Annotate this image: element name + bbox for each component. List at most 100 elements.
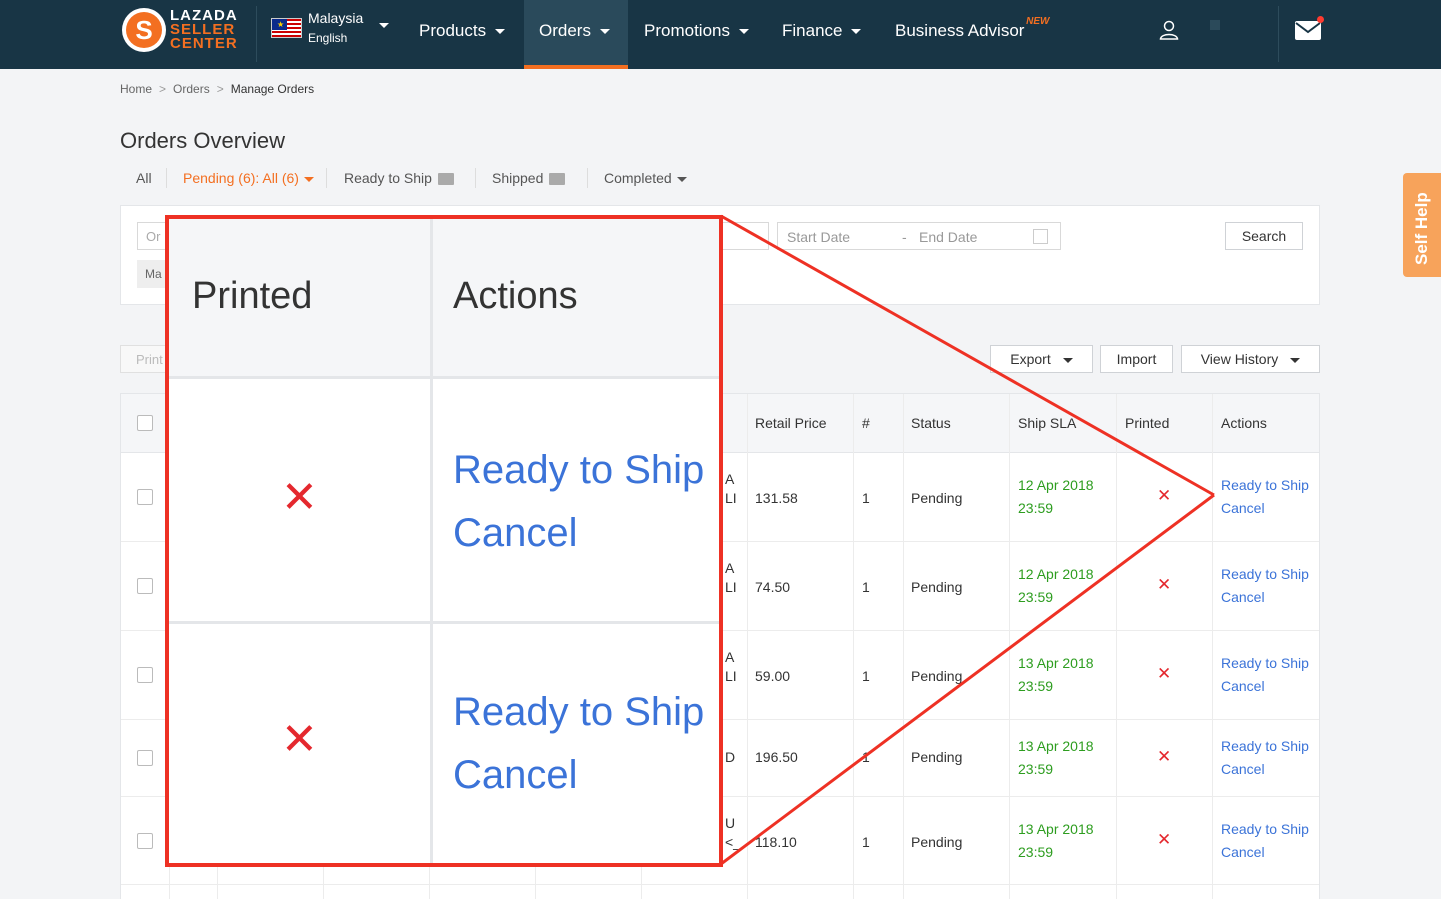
country-label: Malaysia bbox=[308, 10, 364, 26]
truncated-text: LI bbox=[725, 579, 737, 595]
ready-to-ship-link[interactable]: Ready to Ship bbox=[1221, 474, 1309, 497]
account-name-redacted[interactable] bbox=[1210, 20, 1220, 30]
truncated-text: LI bbox=[725, 490, 737, 506]
row-checkbox[interactable] bbox=[137, 489, 153, 505]
cancel-link[interactable]: Cancel bbox=[453, 502, 578, 565]
nav-promotions-label: Promotions bbox=[644, 21, 730, 40]
calendar-icon[interactable] bbox=[1033, 229, 1048, 244]
not-printed-icon: ✕ bbox=[1157, 747, 1172, 766]
tab-completed[interactable]: Completed bbox=[604, 170, 687, 186]
nav-business-advisor[interactable]: Business Advisor NEW bbox=[880, 0, 1049, 69]
chevron-down-icon bbox=[379, 23, 390, 28]
malaysia-flag-icon: ★ bbox=[271, 17, 302, 38]
retail-price: 196.50 bbox=[755, 749, 798, 765]
breadcrumb-home[interactable]: Home bbox=[120, 82, 152, 96]
not-printed-icon: ✕ bbox=[281, 715, 318, 764]
truncated-text: LI bbox=[725, 668, 737, 684]
header-status: Status bbox=[911, 415, 951, 431]
end-date-input[interactable]: End Date bbox=[919, 229, 977, 245]
logo-letter: S bbox=[126, 12, 162, 48]
cancel-link[interactable]: Cancel bbox=[1221, 586, 1265, 609]
ship-sla-date: 12 Apr 2018 bbox=[1018, 477, 1094, 493]
search-button[interactable]: Search bbox=[1225, 222, 1303, 250]
nav-orders[interactable]: Orders bbox=[524, 0, 628, 69]
order-status: Pending bbox=[911, 749, 963, 765]
zoom-header-printed: Printed bbox=[192, 275, 313, 317]
select-all-checkbox[interactable] bbox=[137, 415, 153, 431]
print-button[interactable]: Print bbox=[120, 345, 170, 373]
language-label: English bbox=[308, 31, 348, 45]
date-range-picker[interactable]: Start Date - End Date bbox=[777, 222, 1061, 250]
export-label: Export bbox=[1010, 351, 1051, 367]
ship-sla-date: 13 Apr 2018 bbox=[1018, 655, 1094, 671]
filter-input-edge[interactable] bbox=[721, 222, 769, 250]
tab-all[interactable]: All bbox=[136, 170, 152, 186]
ship-sla-time: 23:59 bbox=[1018, 678, 1054, 694]
truncated-text: A bbox=[725, 471, 735, 487]
chevron-down-icon bbox=[1290, 357, 1301, 363]
tab-shipped-label: Shipped bbox=[492, 170, 544, 186]
mail-icon[interactable] bbox=[1295, 19, 1321, 41]
ready-to-ship-link[interactable]: Ready to Ship bbox=[453, 439, 704, 502]
quantity: 1 bbox=[862, 579, 870, 595]
row-checkbox[interactable] bbox=[137, 667, 153, 683]
date-separator: - bbox=[902, 229, 907, 245]
nav-products[interactable]: Products bbox=[404, 0, 520, 69]
chevron-down-icon bbox=[495, 29, 506, 35]
cancel-link[interactable]: Cancel bbox=[1221, 758, 1265, 781]
new-badge: NEW bbox=[1026, 16, 1050, 27]
lazada-seller-center-logo[interactable]: S LAZADA SELLER CENTER bbox=[122, 8, 238, 52]
not-printed-icon: ✕ bbox=[1157, 830, 1172, 849]
tab-ready-label: Ready to Ship bbox=[344, 170, 432, 186]
ready-to-ship-link[interactable]: Ready to Ship bbox=[1221, 735, 1309, 758]
retail-price: 74.50 bbox=[755, 579, 791, 595]
nav-finance-label: Finance bbox=[782, 21, 843, 40]
row-checkbox[interactable] bbox=[137, 750, 153, 766]
retail-price: 59.00 bbox=[755, 668, 791, 684]
view-history-button[interactable]: View History bbox=[1181, 345, 1320, 373]
ship-sla-date: 13 Apr 2018 bbox=[1018, 738, 1094, 754]
retail-price: 131.58 bbox=[755, 490, 798, 506]
cancel-link[interactable]: Cancel bbox=[453, 744, 578, 807]
chevron-down-icon bbox=[676, 176, 687, 182]
cancel-link[interactable]: Cancel bbox=[1221, 841, 1265, 864]
user-icon[interactable] bbox=[1159, 20, 1179, 40]
top-nav-bar: S LAZADA SELLER CENTER ★ Malaysia Englis… bbox=[0, 0, 1441, 69]
tab-ready-to-ship[interactable]: Ready to Ship bbox=[344, 170, 454, 186]
ship-sla-date: 13 Apr 2018 bbox=[1018, 821, 1094, 837]
not-printed-icon: ✕ bbox=[1157, 486, 1172, 505]
start-date-input[interactable]: Start Date bbox=[787, 229, 850, 245]
language-selector[interactable]: ★ Malaysia English bbox=[271, 10, 390, 45]
logo-line-3: CENTER bbox=[170, 35, 238, 52]
quantity: 1 bbox=[862, 834, 870, 850]
ready-to-ship-link[interactable]: Ready to Ship bbox=[1221, 652, 1309, 675]
header-quantity: # bbox=[862, 415, 870, 431]
breadcrumb-orders[interactable]: Orders bbox=[173, 82, 210, 96]
self-help-tab[interactable]: Self Help bbox=[1403, 173, 1441, 277]
nav-finance[interactable]: Finance bbox=[767, 0, 876, 69]
row-checkbox[interactable] bbox=[137, 578, 153, 594]
chevron-down-icon bbox=[599, 29, 610, 35]
chevron-down-icon bbox=[738, 29, 749, 35]
cancel-link[interactable]: Cancel bbox=[1221, 675, 1265, 698]
ship-sla-date: 12 Apr 2018 bbox=[1018, 566, 1094, 582]
quantity: 1 bbox=[862, 668, 870, 684]
breadcrumb-current: Manage Orders bbox=[230, 82, 315, 96]
order-status: Pending bbox=[911, 668, 963, 684]
not-printed-icon: ✕ bbox=[281, 473, 318, 522]
not-printed-icon: ✕ bbox=[1157, 664, 1172, 683]
header-printed: Printed bbox=[1125, 415, 1170, 431]
ready-to-ship-link[interactable]: Ready to Ship bbox=[1221, 563, 1309, 586]
view-history-label: View History bbox=[1200, 351, 1279, 367]
tab-pending[interactable]: Pending (6): All (6) bbox=[183, 170, 314, 186]
nav-promotions[interactable]: Promotions bbox=[629, 0, 764, 69]
tab-shipped[interactable]: Shipped bbox=[492, 170, 566, 186]
chevron-down-icon bbox=[303, 176, 314, 182]
row-checkbox[interactable] bbox=[137, 833, 153, 849]
export-button[interactable]: Export bbox=[990, 345, 1093, 373]
import-button[interactable]: Import bbox=[1100, 345, 1173, 373]
cancel-link[interactable]: Cancel bbox=[1221, 497, 1265, 520]
ready-to-ship-link[interactable]: Ready to Ship bbox=[453, 681, 704, 744]
zoom-callout: Printed Actions ✕ Ready to Ship Cancel ✕… bbox=[165, 215, 723, 867]
ready-to-ship-link[interactable]: Ready to Ship bbox=[1221, 818, 1309, 841]
